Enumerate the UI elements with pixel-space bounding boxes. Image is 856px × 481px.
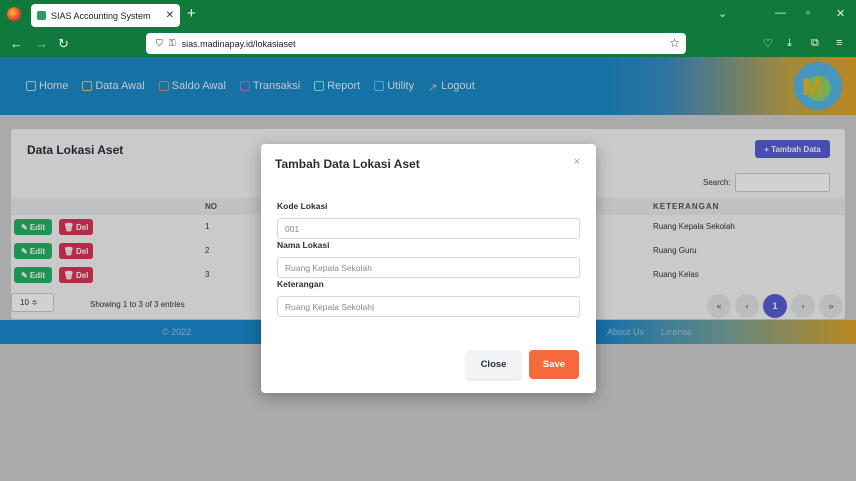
pocket-icon[interactable]: ♡ <box>763 37 773 50</box>
site-info-icon[interactable]: ⚿ <box>169 38 176 49</box>
close-button[interactable]: Close <box>466 350 521 379</box>
nama-lokasi-label: Nama Lokasi <box>277 240 330 250</box>
extensions-icon[interactable]: ⧉ <box>811 37 819 50</box>
nama-lokasi-input[interactable]: Ruang Kepala Sekolah <box>277 257 580 278</box>
keterangan-input[interactable]: Ruang Kepala Sekolah| <box>277 296 580 317</box>
address-bar[interactable]: ⛉ ⚿ sias.madinapay.id/lokasiaset ☆ <box>146 33 686 54</box>
window-close-icon[interactable]: ✕ <box>836 7 845 20</box>
tab-close-icon[interactable]: ✕ <box>166 10 174 21</box>
forward-icon[interactable]: → <box>35 36 48 51</box>
browser-tab[interactable]: SIAS Accounting System ✕ <box>31 4 180 27</box>
kode-lokasi-label: Kode Lokasi <box>277 201 328 211</box>
kode-lokasi-input[interactable]: 001 <box>277 218 580 239</box>
browser-tab-bar: SIAS Accounting System ✕ + ⌄ — ▫ ✕ <box>0 0 856 30</box>
reload-icon[interactable]: ↻ <box>58 36 69 52</box>
new-tab-button[interactable]: + <box>187 5 196 22</box>
url-text[interactable]: sias.madinapay.id/lokasiaset <box>182 39 296 49</box>
save-button[interactable]: Save <box>529 350 579 379</box>
minimize-icon[interactable]: — <box>775 7 786 19</box>
modal-close-icon[interactable]: × <box>574 156 580 168</box>
bookmark-star-icon[interactable]: ☆ <box>669 36 680 50</box>
back-icon[interactable]: ← <box>10 36 23 51</box>
tab-list-chevron-icon[interactable]: ⌄ <box>718 7 727 20</box>
site-favicon-icon <box>37 11 46 20</box>
firefox-logo-icon[interactable] <box>7 7 21 21</box>
tab-title: SIAS Accounting System <box>51 10 151 21</box>
modal-title: Tambah Data Lokasi Aset <box>275 157 420 171</box>
download-icon[interactable]: ⤓ <box>787 37 792 50</box>
browser-nav-bar: ← → ↻ ⛉ ⚿ sias.madinapay.id/lokasiaset ☆… <box>0 30 856 57</box>
shield-icon[interactable]: ⛉ <box>156 38 163 49</box>
add-location-modal: Tambah Data Lokasi Aset × Kode Lokasi 00… <box>261 144 596 393</box>
keterangan-label: Keterangan <box>277 279 324 289</box>
restore-icon[interactable]: ▫ <box>806 7 810 19</box>
menu-icon[interactable]: ≡ <box>836 37 842 49</box>
